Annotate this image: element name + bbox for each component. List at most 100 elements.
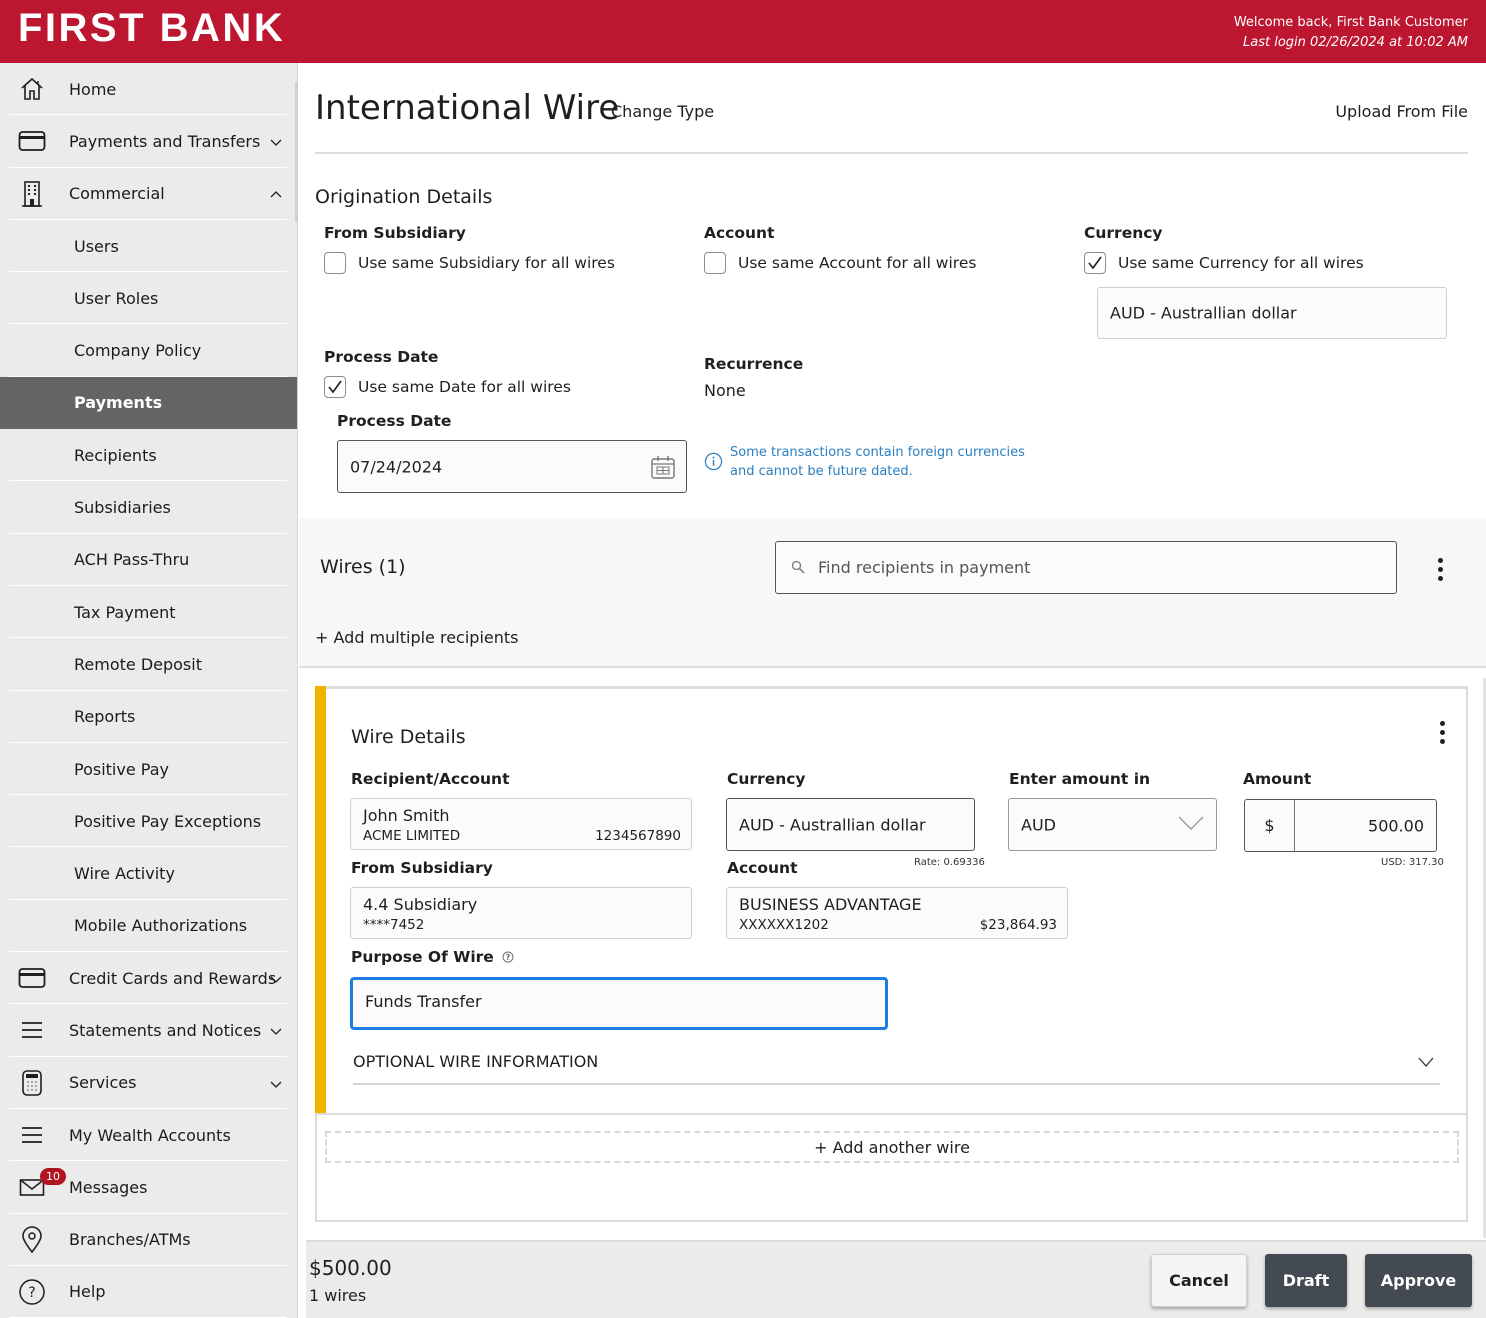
chevron-up-icon[interactable]	[269, 187, 283, 201]
sidebar-item-positive-pay-exceptions[interactable]: Positive Pay Exceptions	[0, 795, 297, 848]
enter-amount-in-value: AUD	[1021, 815, 1056, 834]
sidebar-item-branches-atms[interactable]: Branches/ATMs	[0, 1214, 297, 1267]
sidebar-item-company-policy[interactable]: Company Policy	[0, 324, 297, 378]
card-top-border	[326, 686, 1468, 689]
sidebar-scrollbar[interactable]	[295, 82, 298, 222]
svg-text:?: ?	[506, 953, 511, 962]
change-type-link[interactable]: Change Type	[611, 102, 714, 121]
chevron-down-icon[interactable]	[1418, 1057, 1434, 1067]
search-icon	[791, 560, 805, 574]
recipient-field[interactable]: John Smith ACME LIMITED 1234567890	[350, 798, 692, 850]
wire-currency-select[interactable]: AUD - Australlian dollar	[726, 798, 975, 851]
sidebar-item-label: Reports	[74, 707, 136, 727]
optional-wire-info-toggle[interactable]: OPTIONAL WIRE INFORMATION	[353, 1052, 598, 1071]
sidebar-item-mobile-authorizations[interactable]: Mobile Authorizations	[0, 900, 297, 953]
sidebar-item-messages[interactable]: 10 Messages	[0, 1161, 297, 1214]
amount-input[interactable]: $ 500.00	[1244, 799, 1437, 852]
home-icon	[18, 75, 46, 103]
draft-button[interactable]: Draft	[1265, 1254, 1347, 1307]
sidebar-item-credit-cards-and-rewards[interactable]: Credit Cards and Rewards	[0, 952, 297, 1005]
wires-more-options-icon[interactable]	[1438, 558, 1444, 585]
sidebar-item-my-wealth-accounts[interactable]: My Wealth Accounts	[0, 1109, 297, 1162]
sidebar-item-label: Statements and Notices	[69, 1020, 262, 1040]
bank-logo[interactable]: FIRST BANK	[18, 6, 285, 51]
help-icon[interactable]: ?	[502, 951, 514, 963]
wire-subsidiary-field[interactable]: 4.4 Subsidiary ****7452	[350, 887, 692, 939]
sidebar-item-home[interactable]: Home	[0, 63, 297, 116]
cancel-button[interactable]: Cancel	[1151, 1254, 1247, 1307]
sidebar-item-statements-and-notices[interactable]: Statements and Notices	[0, 1004, 297, 1057]
last-login-text: Last login 02/26/2024 at 10:02 AM	[1243, 35, 1468, 50]
chevron-down-icon[interactable]	[269, 134, 283, 148]
sidebar-item-users[interactable]: Users	[0, 220, 297, 273]
menu-icon	[18, 1016, 46, 1044]
same-date-label: Use same Date for all wires	[358, 378, 571, 396]
same-currency-checkbox-row[interactable]: Use same Currency for all wires	[1084, 252, 1364, 274]
exchange-rate: Rate: 0.69336	[914, 857, 985, 868]
origination-title: Origination Details	[315, 186, 493, 208]
sidebar-item-payments-and-transfers[interactable]: Payments and Transfers	[0, 115, 297, 168]
sidebar-item-remote-deposit[interactable]: Remote Deposit	[0, 638, 297, 691]
sidebar-item-label: Remote Deposit	[74, 654, 202, 674]
sidebar-item-ach-pass-thru[interactable]: ACH Pass-Thru	[0, 534, 297, 587]
origination-currency-field[interactable]: AUD - Australlian dollar	[1097, 287, 1447, 339]
wire-account-field[interactable]: BUSINESS ADVANTAGE XXXXXX1202 $23,864.93	[726, 887, 1068, 939]
recipient-label: Recipient/Account	[351, 770, 510, 788]
enter-amount-in-label: Enter amount in	[1009, 770, 1151, 788]
process-date-input[interactable]: 07/24/2024	[337, 440, 687, 493]
account-balance: $23,864.93	[979, 917, 1057, 933]
sidebar-item-payments[interactable]: Payments	[0, 376, 297, 430]
sidebar-item-label: User Roles	[74, 288, 159, 308]
same-account-checkbox-row[interactable]: Use same Account for all wires	[704, 252, 976, 274]
wires-section: Wires (1) Find recipients in payment + A…	[299, 518, 1486, 668]
same-subsidiary-checkbox[interactable]	[324, 252, 346, 274]
usd-equivalent: USD: 317.30	[1381, 857, 1444, 868]
wire-currency-label: Currency	[727, 770, 806, 788]
chevron-down-icon[interactable]	[269, 1076, 283, 1090]
sidebar-item-commercial[interactable]: Commercial	[0, 168, 297, 221]
sidebar-item-label: Branches/ATMs	[69, 1230, 191, 1250]
sidebar-item-user-roles[interactable]: User Roles	[0, 272, 297, 325]
sidebar-item-reports[interactable]: Reports	[0, 691, 297, 744]
same-date-checkbox-row[interactable]: Use same Date for all wires	[324, 376, 571, 398]
process-date-value: 07/24/2024	[350, 457, 443, 476]
same-account-checkbox[interactable]	[704, 252, 726, 274]
same-currency-label: Use same Currency for all wires	[1118, 254, 1364, 272]
sidebar-item-label: Messages	[69, 1177, 148, 1197]
add-another-wire-button[interactable]: + Add another wire	[325, 1131, 1459, 1163]
origination-currency-value: AUD - Australlian dollar	[1110, 303, 1297, 323]
same-date-checkbox[interactable]	[324, 376, 346, 398]
add-multiple-recipients-link[interactable]: + Add multiple recipients	[315, 628, 518, 647]
recipient-search-input[interactable]: Find recipients in payment	[775, 541, 1397, 594]
account-name: BUSINESS ADVANTAGE	[739, 895, 922, 914]
from-subsidiary-label: From Subsidiary	[324, 224, 466, 242]
approve-button[interactable]: Approve	[1365, 1254, 1472, 1307]
info-icon	[704, 452, 723, 471]
enter-amount-in-select[interactable]: AUD	[1008, 798, 1217, 851]
sidebar-item-recipients[interactable]: Recipients	[0, 429, 297, 482]
divider	[353, 1083, 1440, 1085]
sidebar-item-positive-pay[interactable]: Positive Pay	[0, 743, 297, 796]
sidebar-nav: Home Payments and Transfers Commercial User…	[0, 63, 298, 1318]
wire-more-options-icon[interactable]	[1440, 721, 1446, 748]
location-pin-icon	[18, 1225, 46, 1254]
sidebar-item-help[interactable]: ? Help	[0, 1266, 297, 1318]
sidebar-item-label: Commercial	[69, 184, 165, 204]
sidebar-item-subsidiaries[interactable]: Subsidiaries	[0, 481, 297, 534]
chevron-down-icon[interactable]	[269, 971, 283, 985]
calendar-icon[interactable]	[650, 454, 676, 480]
sidebar-item-wire-activity[interactable]: Wire Activity	[0, 847, 297, 901]
same-currency-checkbox[interactable]	[1084, 252, 1106, 274]
chevron-down-icon[interactable]	[269, 1023, 283, 1037]
same-subsidiary-checkbox-row[interactable]: Use same Subsidiary for all wires	[324, 252, 615, 274]
wire-details-card: Wire Details Recipient/Account John Smit…	[315, 686, 1468, 1222]
purpose-of-wire-input[interactable]: Funds Transfer	[350, 977, 888, 1030]
sidebar-item-tax-payment[interactable]: Tax Payment	[0, 586, 297, 639]
checkmark-icon	[328, 380, 342, 394]
chevron-down-icon	[1178, 816, 1204, 830]
sidebar-item-services[interactable]: Services	[0, 1057, 297, 1110]
sidebar-item-label: Credit Cards and Rewards	[69, 968, 277, 988]
upload-from-file-link[interactable]: Upload From File	[1335, 102, 1468, 121]
recurrence-label: Recurrence	[704, 355, 804, 373]
sidebar-item-label: Help	[69, 1282, 106, 1302]
